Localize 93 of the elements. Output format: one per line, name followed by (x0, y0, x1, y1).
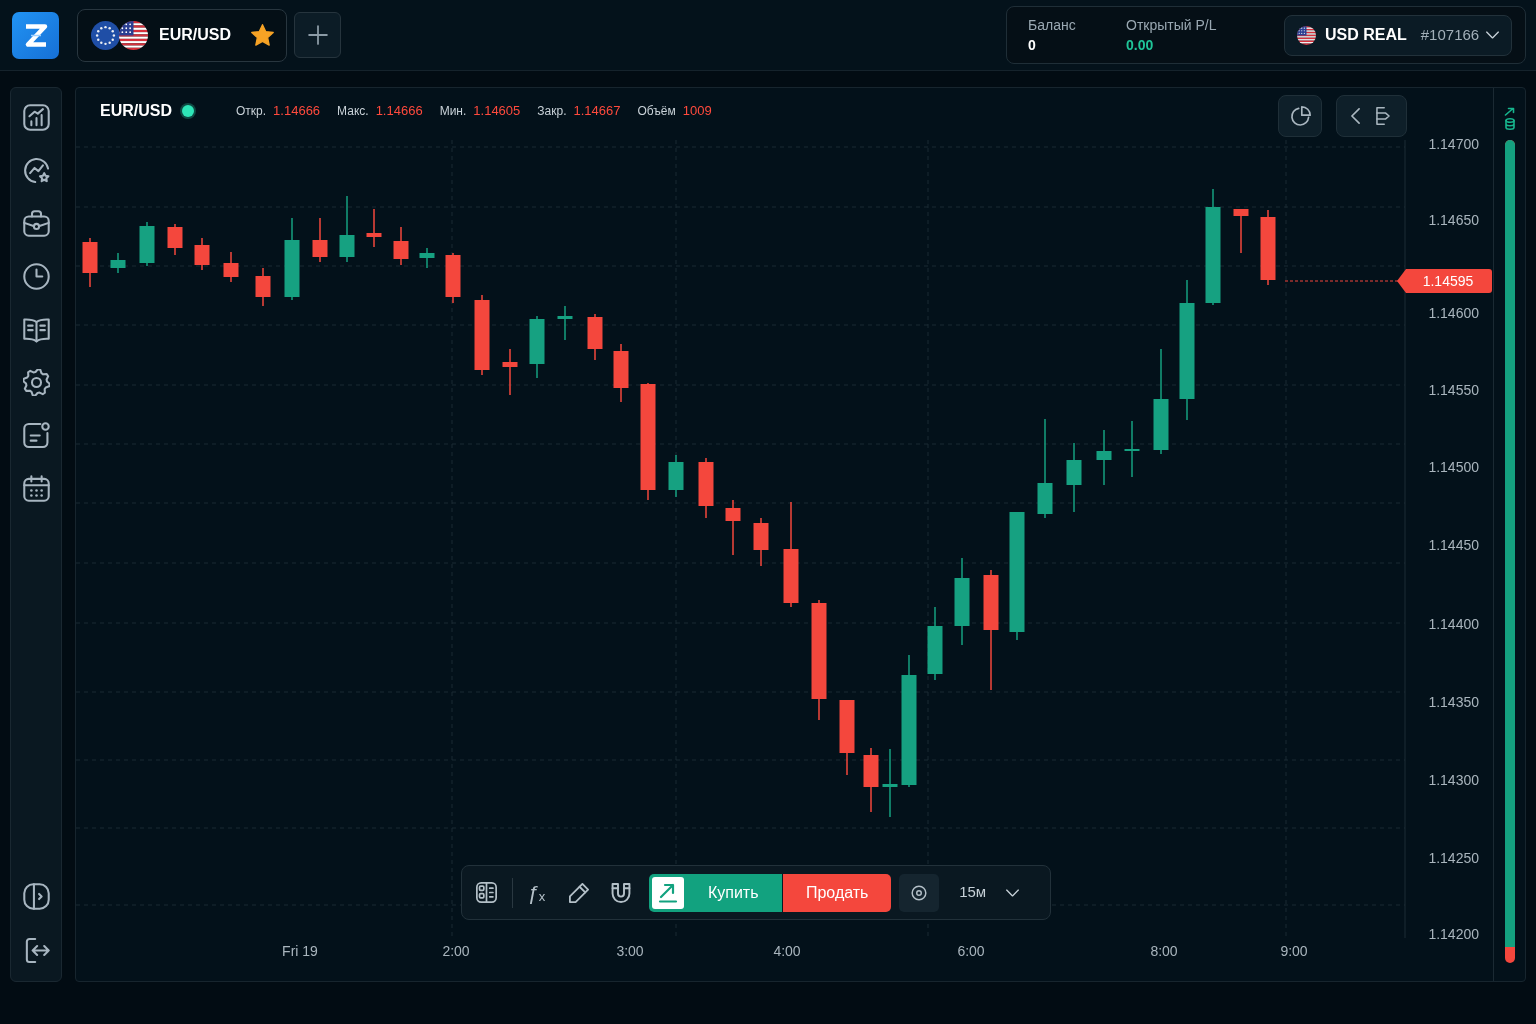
time-axis-label: 3:00 (616, 943, 644, 959)
bar-chart-icon[interactable] (22, 104, 50, 131)
settings-icon[interactable] (22, 369, 50, 396)
plus-icon (307, 25, 328, 45)
candle (110, 252, 126, 274)
stat-label: Закр. (537, 103, 567, 120)
pie-chart-icon (1289, 105, 1311, 127)
stat-value: 1009 (682, 102, 712, 121)
pie-chart-button[interactable] (1278, 95, 1322, 137)
open-pl-value: 0.00 (1126, 35, 1155, 54)
calendar-icon[interactable] (22, 475, 50, 502)
eu-flag-icon (91, 20, 120, 50)
clock-icon[interactable] (22, 263, 50, 290)
candle (223, 251, 239, 283)
balance-value: 0 (1028, 35, 1037, 54)
candle (557, 305, 573, 341)
open-pl-label: Открытый P/L (1126, 16, 1217, 34)
pencil-icon[interactable] (569, 882, 590, 903)
time-axis-label: Fri 19 (282, 943, 318, 959)
stat-label: Объём (637, 103, 676, 120)
account-selector[interactable]: USD REAL #107166 (1284, 14, 1512, 56)
price-axis-label: 1.14650 (1428, 212, 1479, 228)
stat-value: 1.14666 (273, 102, 321, 121)
arrow-icon (1504, 107, 1515, 116)
database-icon (1504, 118, 1515, 130)
candle (445, 252, 461, 304)
magnet-icon[interactable] (611, 882, 632, 903)
candle (339, 195, 355, 263)
candle (1124, 420, 1140, 478)
candle (668, 454, 684, 498)
candle (1096, 429, 1112, 486)
chevron-down-icon (1006, 888, 1020, 897)
price-axis-label: 1.14200 (1428, 926, 1479, 942)
chart-symbol: EUR/USD (100, 101, 172, 121)
target-button[interactable] (899, 873, 940, 912)
note-icon[interactable] (22, 422, 50, 449)
candle (502, 348, 518, 396)
chart-star-icon[interactable] (22, 157, 50, 184)
price-axis-label: 1.14600 (1428, 305, 1479, 321)
candle (529, 315, 545, 379)
price-axis-label: 1.14700 (1428, 136, 1479, 152)
candle (725, 499, 741, 556)
time-axis-label: 9:00 (1280, 943, 1308, 959)
candle (882, 748, 898, 818)
price-axis-label: 1.14250 (1428, 850, 1479, 866)
price-axis-label: 1.14350 (1428, 694, 1479, 710)
stat-label: Мин. (439, 103, 467, 120)
candle (419, 247, 435, 269)
candle (1233, 208, 1249, 254)
time-axis-label: 6:00 (957, 943, 985, 959)
panel-chevron-icon[interactable] (22, 882, 50, 910)
layout-icon[interactable] (476, 882, 497, 903)
us-flag-icon (119, 20, 148, 50)
candle (393, 226, 409, 266)
indicators-button[interactable]: ƒ$_{x}$ (527, 882, 546, 903)
stat-label: Макс. (337, 103, 369, 120)
chevron-left-icon[interactable] (1351, 108, 1360, 124)
candle (863, 747, 879, 813)
stat-value: 1.14667 (573, 102, 621, 121)
instrument-tab[interactable]: EUR/USD (77, 8, 287, 62)
sell-button[interactable]: Продать (783, 873, 892, 912)
book-icon[interactable] (22, 316, 50, 343)
time-axis-label: 4:00 (773, 943, 801, 959)
price-axis-label: 1.14500 (1428, 459, 1479, 475)
add-tab-button[interactable] (294, 12, 341, 58)
balance-label: Баланс (1028, 16, 1077, 34)
candle (167, 223, 183, 256)
candle (587, 313, 603, 361)
candle (753, 517, 769, 567)
time-axis-label: 2:00 (442, 943, 470, 959)
current-price-label: 1.14595 (1397, 269, 1492, 293)
chevron-down-icon (1486, 31, 1499, 39)
briefcase-icon[interactable] (22, 210, 50, 237)
time-axis-label: 8:00 (1150, 943, 1178, 959)
stat-value: 1.14605 (473, 102, 521, 121)
stat-label: Откр. (236, 103, 267, 120)
candle (82, 237, 98, 288)
candle (139, 221, 155, 267)
candle (366, 208, 382, 248)
price-axis-label: 1.14400 (1428, 616, 1479, 632)
candle (255, 267, 271, 307)
candle (194, 237, 210, 271)
timeframe-dropdown[interactable]: 15м (959, 881, 1020, 904)
logo-icon[interactable] (12, 11, 59, 59)
stat-value: 1.14666 (375, 102, 423, 121)
candle (698, 457, 714, 519)
price-axis-label: 1.14450 (1428, 537, 1479, 553)
candle (312, 217, 328, 263)
candle (613, 343, 629, 403)
price-axis-label: 1.14550 (1428, 382, 1479, 398)
price-axis-label: 1.14300 (1428, 772, 1479, 788)
us-flag-icon (1297, 25, 1316, 45)
candle (1066, 442, 1082, 513)
